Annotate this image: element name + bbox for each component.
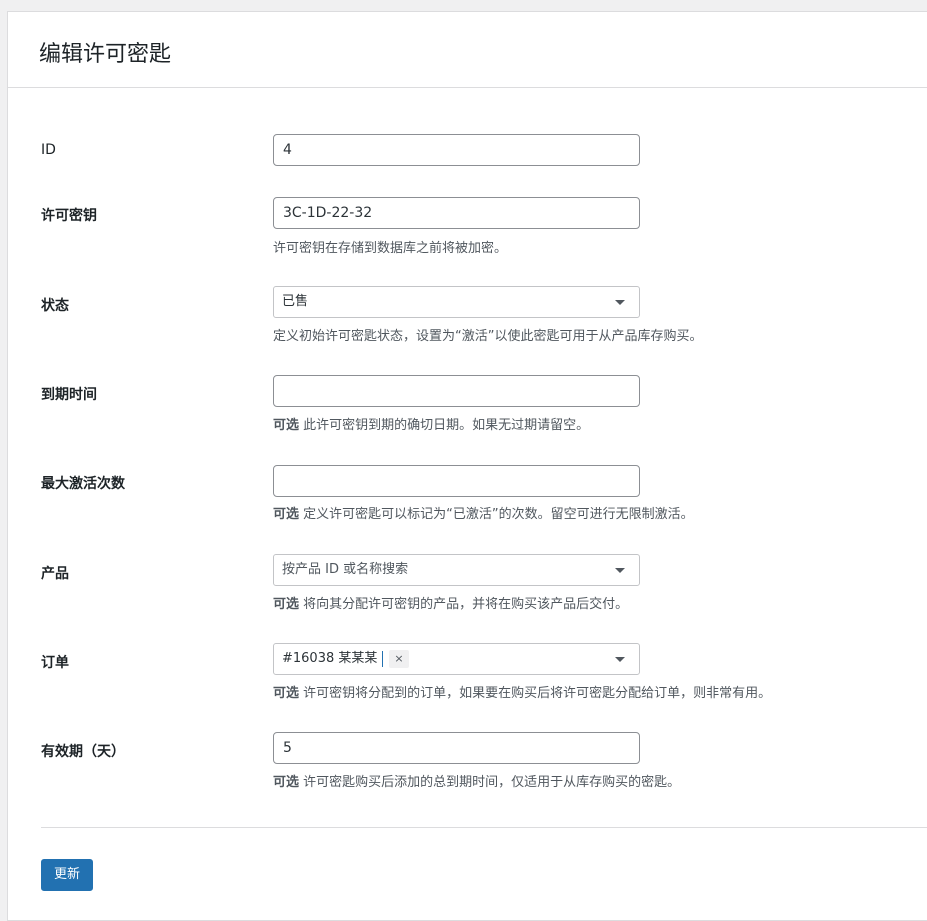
- order-help: 可选 许可密钥将分配到的订单，如果要在购买后将许可密匙分配给订单，则非常有用。: [273, 682, 771, 701]
- status-selected-value: 已售: [282, 294, 309, 309]
- status-help: 定义初始许可密匙状态，设置为“激活”以使此密匙可用于从产品库存购买。: [273, 329, 703, 344]
- max-activations-help: 可选 定义许可密匙可以标记为“已激活”的次数。留空可进行无限制激活。: [273, 503, 694, 522]
- license-key-field[interactable]: 3C-1D-22-32: [273, 197, 640, 229]
- order-tag: #16038 某某某: [282, 651, 378, 666]
- page-title: 编辑许可密匙: [39, 42, 172, 67]
- order-select[interactable]: #16038 某某某 ×: [273, 643, 640, 675]
- valid-for-help: 可选 许可密匙购买后添加的总到期时间，仅适用于从库存购买的密匙。: [273, 771, 680, 790]
- expires-at-help: 可选 此许可密钥到期的确切日期。如果无过期请留空。: [273, 414, 589, 433]
- id-label: ID: [41, 142, 56, 158]
- product-help-text: 将向其分配许可密钥的产品，并将在购买该产品后交付。: [303, 597, 629, 612]
- edit-license-panel: 编辑许可密匙 ID 4 许可密钥 3C-1D-22-32 许可密钥在存储到数据库…: [7, 11, 927, 921]
- valid-for-label: 有效期（天）: [41, 744, 125, 760]
- form-divider: [41, 827, 927, 828]
- chevron-down-icon: [615, 657, 625, 662]
- chevron-down-icon: [615, 568, 625, 573]
- product-select[interactable]: 按产品 ID 或名称搜索: [273, 554, 640, 586]
- optional-tag: 可选: [273, 775, 300, 790]
- optional-tag: 可选: [273, 418, 300, 433]
- close-icon[interactable]: ×: [389, 649, 409, 668]
- expires-at-help-text: 此许可密钥到期的确切日期。如果无过期请留空。: [303, 418, 590, 433]
- max-activations-help-text: 定义许可密匙可以标记为“已激活”的次数。留空可进行无限制激活。: [303, 507, 694, 522]
- product-help: 可选 将向其分配许可密钥的产品，并将在购买该产品后交付。: [273, 593, 628, 612]
- update-button[interactable]: 更新: [41, 859, 93, 891]
- product-label: 产品: [41, 566, 69, 582]
- panel-header: 编辑许可密匙: [8, 12, 927, 88]
- tag-divider: [382, 650, 384, 667]
- valid-for-field[interactable]: 5: [273, 732, 640, 764]
- optional-tag: 可选: [273, 597, 300, 612]
- valid-for-help-text: 许可密匙购买后添加的总到期时间，仅适用于从库存购买的密匙。: [303, 775, 681, 790]
- chevron-down-icon: [615, 300, 625, 305]
- expires-at-label: 到期时间: [41, 387, 97, 403]
- max-activations-label: 最大激活次数: [41, 476, 125, 492]
- license-key-help: 许可密钥在存储到数据库之前将被加密。: [273, 241, 508, 256]
- status-label: 状态: [41, 298, 69, 314]
- expires-at-field[interactable]: [273, 375, 640, 407]
- order-help-text: 许可密钥将分配到的订单，如果要在购买后将许可密匙分配给订单，则非常有用。: [303, 686, 772, 701]
- optional-tag: 可选: [273, 507, 300, 522]
- id-field[interactable]: 4: [273, 134, 640, 166]
- product-search-placeholder: 按产品 ID 或名称搜索: [282, 562, 409, 577]
- license-key-label: 许可密钥: [41, 208, 97, 224]
- status-select[interactable]: 已售: [273, 286, 640, 318]
- max-activations-field[interactable]: [273, 465, 640, 497]
- optional-tag: 可选: [273, 686, 300, 701]
- order-label: 订单: [41, 655, 69, 671]
